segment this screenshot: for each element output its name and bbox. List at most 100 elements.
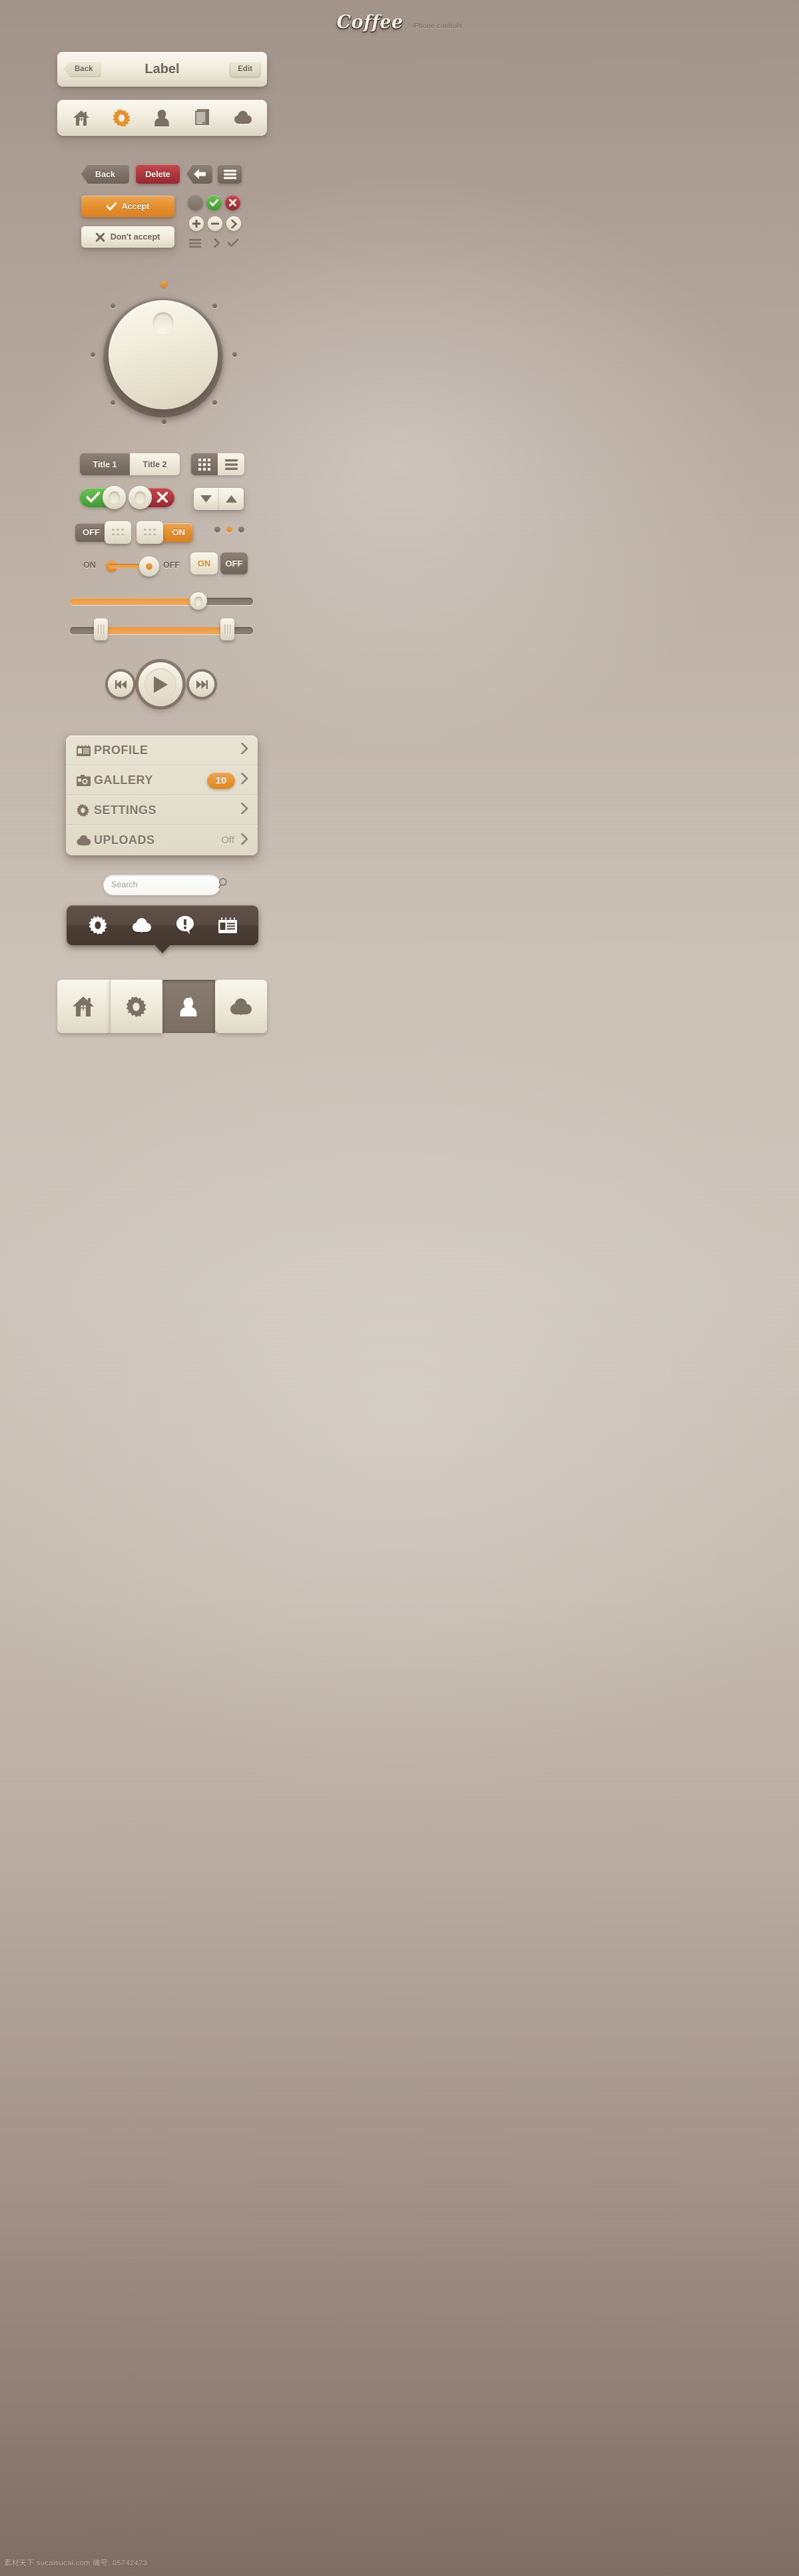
- toggle-handle[interactable]: [103, 486, 126, 509]
- list-item[interactable]: UPLOADS Off: [66, 825, 258, 855]
- onoff-left-label: ON: [83, 560, 96, 570]
- knob-tick: [111, 304, 115, 308]
- switch-off-label: OFF: [83, 527, 100, 537]
- navbar-edit-button[interactable]: Edit: [230, 61, 260, 77]
- off-button[interactable]: OFF: [220, 552, 248, 574]
- popover-tail: [154, 945, 170, 953]
- error-dot[interactable]: [225, 195, 240, 210]
- brand-subtitle: iPhone controls: [412, 23, 463, 30]
- page-dot-active[interactable]: [226, 527, 232, 533]
- switch-handle[interactable]: [105, 521, 131, 544]
- check-icon[interactable]: [226, 237, 240, 249]
- page-dot[interactable]: [238, 527, 244, 533]
- knob-tick: [212, 304, 217, 308]
- back-button[interactable]: Back: [81, 164, 129, 184]
- chevron-right-button[interactable]: [226, 216, 241, 231]
- knob-dimple: [152, 312, 174, 333]
- neutral-dot[interactable]: [188, 195, 203, 210]
- updown-stepper: [194, 488, 244, 510]
- check-icon: [85, 491, 101, 506]
- user-icon[interactable]: [150, 107, 173, 128]
- tab-home[interactable]: [57, 980, 110, 1033]
- status-badge: 10: [207, 771, 235, 789]
- cross-icon: [95, 232, 105, 242]
- list-item[interactable]: GALLERY 10: [66, 765, 258, 795]
- list-item-label: SETTINGS: [94, 803, 157, 817]
- page-dot[interactable]: [214, 527, 220, 533]
- list-item-label: UPLOADS: [94, 833, 155, 847]
- range-slider[interactable]: [70, 618, 253, 640]
- list-item[interactable]: SETTINGS: [66, 795, 258, 825]
- alert-bubble-icon[interactable]: [176, 916, 194, 935]
- watermark: 素材天下 sucaisucai.com 编号: 05742473: [4, 2559, 148, 2567]
- icon-toolbar: [57, 100, 267, 136]
- progress-slider[interactable]: [70, 592, 253, 610]
- list-item-label: GALLERY: [94, 773, 153, 787]
- triangle-down-icon[interactable]: [194, 488, 218, 510]
- gear-icon[interactable]: [89, 916, 107, 935]
- range-handle-end[interactable]: [220, 618, 234, 640]
- brand-logo: Coffee: [336, 12, 403, 33]
- range-handle-start[interactable]: [94, 618, 108, 640]
- search-icon[interactable]: [218, 877, 228, 892]
- switch-handle[interactable]: [136, 521, 163, 544]
- segment-title-2[interactable]: Title 2: [130, 453, 180, 475]
- toggle-reject[interactable]: [129, 486, 174, 509]
- arrow-left-icon[interactable]: [186, 164, 212, 184]
- minus-button[interactable]: [208, 216, 222, 231]
- grip-dots: [112, 529, 124, 537]
- id-card-icon[interactable]: [218, 917, 237, 933]
- play-icon[interactable]: [138, 662, 182, 706]
- knob-face[interactable]: [109, 300, 218, 409]
- knob-tick: [162, 419, 166, 424]
- cloud-download-icon[interactable]: [232, 107, 254, 128]
- knob-tick: [232, 352, 237, 357]
- rotary-knob[interactable]: [87, 274, 240, 427]
- toggle-handle[interactable]: [129, 486, 152, 509]
- search-field[interactable]: [103, 875, 227, 895]
- knob-tick: [212, 400, 217, 405]
- cloud-upload-icon: [77, 835, 94, 846]
- previous-track-icon[interactable]: [108, 672, 133, 697]
- chevron-right-icon: [240, 742, 248, 757]
- cloud-download-icon[interactable]: [132, 917, 152, 934]
- slider-handle[interactable]: [139, 556, 159, 576]
- triangle-up-icon[interactable]: [218, 488, 244, 510]
- tab-uploads[interactable]: [214, 980, 267, 1033]
- plus-button[interactable]: [189, 216, 204, 231]
- dont-accept-button[interactable]: Don't accept: [81, 226, 174, 248]
- switch-off[interactable]: OFF: [75, 521, 131, 544]
- delete-button[interactable]: Delete: [136, 164, 180, 184]
- slider-handle[interactable]: [190, 592, 207, 610]
- grip-dots: [144, 529, 156, 537]
- hamburger-menu-icon[interactable]: [218, 164, 242, 184]
- onoff-slider: ON OFF: [83, 556, 190, 576]
- search-input[interactable]: [111, 880, 218, 889]
- document-icon[interactable]: [191, 107, 214, 128]
- list-icon[interactable]: [188, 237, 202, 249]
- home-icon[interactable]: [70, 107, 93, 128]
- tab-profile[interactable]: [162, 980, 215, 1033]
- switch-on[interactable]: ON: [136, 521, 192, 544]
- knob-tick: [111, 400, 115, 405]
- segmented-control-view: [191, 453, 244, 475]
- tab-settings[interactable]: [109, 980, 162, 1033]
- media-controls: [105, 662, 217, 706]
- gear-icon[interactable]: [111, 107, 133, 128]
- accept-button[interactable]: Accept: [81, 196, 174, 217]
- navbar-back-button[interactable]: Back: [64, 61, 101, 77]
- success-dot[interactable]: [206, 195, 222, 210]
- toggle-accept[interactable]: [80, 486, 126, 509]
- list-view-icon[interactable]: [218, 453, 244, 475]
- ui-kit-canvas: Coffee iPhone controls Back Label Edit B…: [0, 0, 799, 2576]
- onoff-right-label: OFF: [163, 560, 180, 570]
- dont-accept-button-label: Don't accept: [110, 232, 160, 242]
- grid-view-icon[interactable]: [191, 453, 218, 475]
- list-item-value: Off: [221, 835, 234, 846]
- slider-fill: [70, 598, 196, 605]
- list-item[interactable]: PROFILE: [66, 736, 258, 765]
- chevron-right-icon[interactable]: [209, 237, 224, 249]
- on-button[interactable]: ON: [190, 552, 218, 574]
- next-track-icon[interactable]: [189, 672, 214, 697]
- segment-title-1[interactable]: Title 1: [80, 453, 130, 475]
